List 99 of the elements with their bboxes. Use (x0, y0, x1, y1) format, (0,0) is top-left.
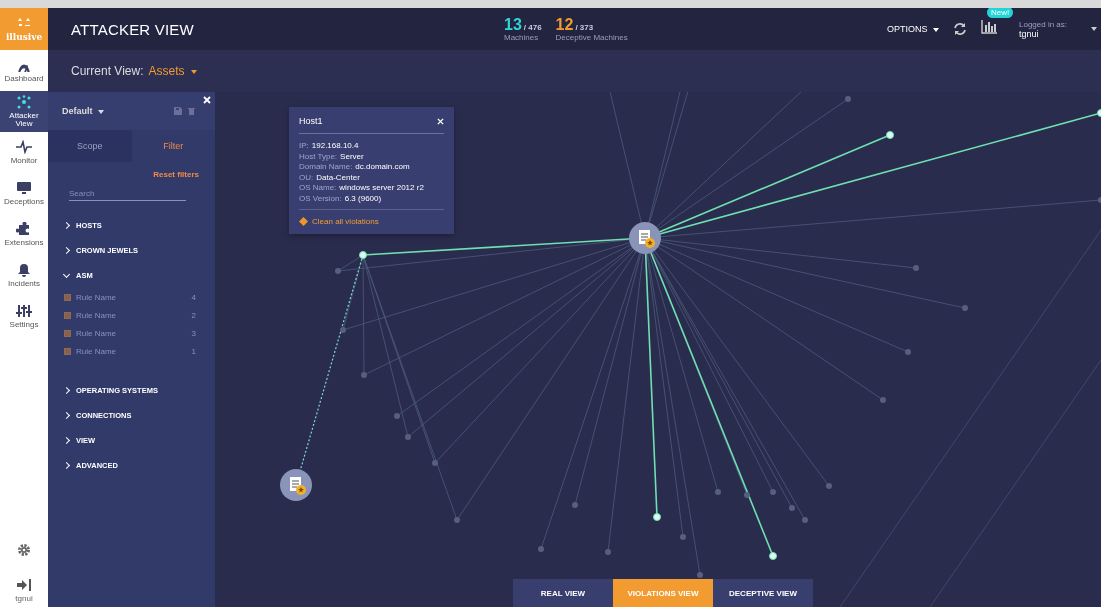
machine-dot[interactable] (538, 546, 544, 552)
machine-dot[interactable] (770, 489, 776, 495)
bar-chart-icon[interactable] (981, 20, 997, 34)
options-dropdown[interactable]: OPTIONS (887, 24, 939, 34)
field-value: Data-Center (316, 172, 360, 182)
stat-label: Machines (504, 32, 540, 42)
machine-dot[interactable] (454, 517, 460, 523)
rule-name: Rule Name (76, 346, 116, 356)
view-tab[interactable]: REAL VIEW (513, 579, 613, 607)
save-icon[interactable] (174, 107, 182, 115)
settings-icon[interactable] (17, 543, 31, 557)
stat-value: 12 (555, 16, 574, 33)
logged-in-label: Logged in as: (1019, 19, 1069, 29)
field-value: 6.3 (9600) (344, 193, 382, 203)
broom-icon (299, 216, 308, 226)
rule-name: Rule Name (76, 328, 116, 338)
nav-item[interactable]: Dashboard (0, 50, 48, 91)
stat-total: / 476 (523, 22, 542, 32)
machine-dot[interactable] (880, 397, 886, 403)
field-value: Server (340, 151, 364, 161)
machine-dot[interactable] (361, 372, 367, 378)
field-label: OS Version: (299, 193, 342, 203)
machine-dot[interactable] (789, 505, 795, 511)
preset-dropdown[interactable]: Default (62, 106, 104, 116)
machine-dot[interactable] (405, 434, 411, 440)
machine-dot[interactable] (845, 96, 851, 102)
search-field[interactable]: Search (69, 187, 186, 201)
machine-dot[interactable] (715, 489, 721, 495)
machine-dot[interactable] (653, 513, 661, 521)
rule-checkbox[interactable] (64, 293, 71, 301)
trash-icon[interactable] (188, 107, 195, 115)
machine-dot[interactable] (605, 549, 611, 555)
logo-text: illusive (5, 31, 43, 42)
pulse-icon (16, 140, 32, 154)
machine-dot[interactable] (359, 251, 367, 259)
host-node-icon[interactable] (280, 469, 312, 501)
machine-dot[interactable] (697, 572, 703, 578)
field-label: IP: (299, 141, 309, 150)
rule-count: 2 (191, 310, 196, 320)
view-dropdown[interactable]: Assets (148, 64, 197, 78)
reset-filters-link[interactable]: Reset filters (153, 170, 199, 179)
rule-count: 1 (191, 346, 196, 356)
monitor-icon (16, 181, 32, 195)
field-label: Domain Name: (299, 162, 353, 171)
machine-dot[interactable] (432, 460, 438, 466)
logout-icon[interactable] (17, 579, 31, 591)
machine-dot[interactable] (744, 492, 750, 498)
network-icon (16, 95, 32, 109)
machine-dot[interactable] (769, 552, 777, 560)
machine-dot[interactable] (680, 534, 686, 540)
field-label: OS Name: (299, 183, 337, 192)
rule-checkbox[interactable] (64, 329, 71, 337)
field-value: 192.168.10.4 (311, 141, 359, 150)
panel-tab[interactable]: Scope (48, 130, 132, 162)
page-title: ATTACKER VIEW (71, 20, 195, 38)
nav-item[interactable]: Monitor (0, 132, 48, 173)
nav-item[interactable]: Attacker View (0, 91, 48, 132)
clean-violations-link[interactable]: Clean all violations (299, 216, 379, 226)
view-tab[interactable]: DECEPTIVE VIEW (713, 579, 813, 607)
field-value: dc.domain.com (355, 162, 410, 171)
user-name: tgnui (15, 594, 33, 603)
nav-item[interactable]: Settings (0, 296, 48, 337)
bell-icon (16, 263, 32, 277)
rule-checkbox[interactable] (64, 311, 71, 319)
sliders-icon (16, 304, 32, 318)
machine-dot[interactable] (340, 327, 346, 333)
current-view-label: Current View: (71, 64, 144, 78)
puzzle-icon (16, 222, 32, 236)
stat-total: / 373 (575, 22, 594, 32)
machine-dot[interactable] (572, 502, 578, 508)
popup-title: Host1 (299, 116, 323, 126)
field-value: windows server 2012 r2 (339, 183, 424, 192)
rule-checkbox[interactable] (64, 347, 71, 355)
machine-dot[interactable] (886, 131, 894, 139)
user-menu-caret-icon[interactable] (1091, 27, 1097, 31)
rule-name: Rule Name (76, 310, 116, 320)
machine-dot[interactable] (905, 349, 911, 355)
nav-item[interactable]: Deceptions (0, 173, 48, 214)
refresh-icon[interactable] (953, 22, 967, 36)
machine-dot[interactable] (802, 517, 808, 523)
rule-name: Rule Name (76, 292, 116, 302)
machine-dot[interactable] (394, 413, 400, 419)
machine-dot[interactable] (335, 268, 341, 274)
field-label: OU: (299, 172, 314, 182)
nav-item[interactable]: Incidents (0, 255, 48, 296)
stat-label: Deceptive Machines (555, 32, 628, 42)
close-icon[interactable] (437, 117, 444, 125)
rule-count: 3 (191, 328, 196, 338)
nav-item[interactable]: Extensions (0, 214, 48, 255)
user-name: tgnui (1019, 28, 1039, 39)
field-label: Host Type: (299, 151, 338, 161)
machine-dot[interactable] (826, 483, 832, 489)
close-icon[interactable] (203, 96, 211, 104)
stat-value: 13 (504, 16, 522, 33)
machine-dot[interactable] (913, 265, 919, 271)
rule-count: 4 (191, 292, 196, 302)
new-badge: New! (987, 8, 1014, 18)
machine-dot[interactable] (962, 305, 968, 311)
host-node-icon[interactable] (629, 222, 661, 254)
